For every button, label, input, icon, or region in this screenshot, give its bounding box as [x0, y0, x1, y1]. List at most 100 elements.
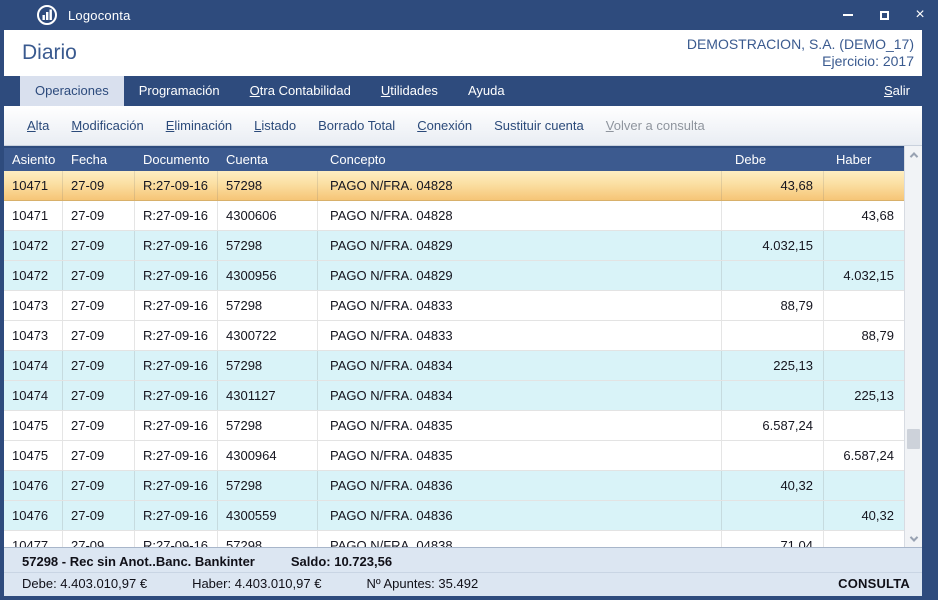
window-titlebar: Logoconta ×	[0, 0, 938, 30]
cell-asiento: 10471	[4, 171, 63, 200]
journal-table: AsientoFechaDocumentoCuentaConceptoDebeH…	[4, 146, 922, 547]
vertical-scrollbar[interactable]	[904, 146, 922, 547]
totals-row: Debe: 4.403.010,97 € Haber: 4.403.010,97…	[4, 573, 922, 596]
table-row[interactable]: 1047227-09R:27-09-164300956PAGO N/FRA. 0…	[4, 261, 904, 291]
column-header-asiento: Asiento	[4, 148, 63, 171]
cell-fecha: 27-09	[63, 351, 135, 380]
toolbar-item-listado[interactable]: Listado	[243, 118, 307, 133]
toolbar-item-alta[interactable]: Alta	[16, 118, 60, 133]
tab-operaciones[interactable]: Operaciones	[20, 76, 124, 106]
toolbar-item-conexion[interactable]: Conexión	[406, 118, 483, 133]
cell-haber: 88,79	[824, 321, 904, 350]
tab-programacion[interactable]: Programación	[124, 76, 235, 106]
toolbar-item-sustituir-cuenta[interactable]: Sustituir cuenta	[483, 118, 595, 133]
cell-documento: R:27-09-16	[135, 441, 218, 470]
cell-concepto: PAGO N/FRA. 04828	[318, 201, 722, 230]
table-row[interactable]: 1047527-09R:27-09-1657298PAGO N/FRA. 048…	[4, 411, 904, 441]
scrollbar-thumb[interactable]	[907, 429, 920, 449]
cell-debe: 6.587,24	[722, 411, 824, 440]
table-row[interactable]: 1047627-09R:27-09-1657298PAGO N/FRA. 048…	[4, 471, 904, 501]
toolbar-item-volver-a-consulta[interactable]: Volver a consulta	[595, 118, 716, 133]
tab-otra-contabilidad[interactable]: Otra Contabilidad	[235, 76, 366, 106]
cell-documento: R:27-09-16	[135, 231, 218, 260]
cell-fecha: 27-09	[63, 171, 135, 200]
cell-asiento: 10471	[4, 201, 63, 230]
cell-documento: R:27-09-16	[135, 171, 218, 200]
cell-haber: 6.587,24	[824, 441, 904, 470]
cell-cuenta: 57298	[218, 291, 318, 320]
bar-chart-logo-icon	[36, 4, 58, 26]
cell-documento: R:27-09-16	[135, 201, 218, 230]
cell-concepto: PAGO N/FRA. 04829	[318, 261, 722, 290]
cell-cuenta: 57298	[218, 411, 318, 440]
cell-cuenta: 57298	[218, 171, 318, 200]
cell-fecha: 27-09	[63, 201, 135, 230]
cell-debe	[722, 441, 824, 470]
main-panel: Diario DEMOSTRACION, S.A. (DEMO_17) Ejer…	[4, 30, 922, 596]
mode-indicator: CONSULTA	[838, 576, 910, 591]
page-header: Diario DEMOSTRACION, S.A. (DEMO_17) Ejer…	[4, 30, 922, 76]
cell-fecha: 27-09	[63, 231, 135, 260]
cell-cuenta: 4300964	[218, 441, 318, 470]
cell-haber: 225,13	[824, 381, 904, 410]
cell-cuenta: 57298	[218, 351, 318, 380]
menu-tabs: OperacionesProgramaciónOtra Contabilidad…	[20, 76, 520, 106]
table-row[interactable]: 1047127-09R:27-09-1657298PAGO N/FRA. 048…	[4, 171, 904, 201]
column-header-fecha: Fecha	[63, 148, 135, 171]
table-row[interactable]: 1047427-09R:27-09-164301127PAGO N/FRA. 0…	[4, 381, 904, 411]
action-toolbar: AltaModificaciónEliminaciónListadoBorrad…	[4, 106, 922, 146]
tab-utilidades[interactable]: Utilidades	[366, 76, 453, 106]
cell-cuenta: 4300956	[218, 261, 318, 290]
menu-bar: OperacionesProgramaciónOtra Contabilidad…	[4, 76, 922, 106]
toolbar-item-borrado-total[interactable]: Borrado Total	[307, 118, 406, 133]
total-haber: Haber: 4.403.010,97 €	[192, 576, 321, 591]
cell-asiento: 10473	[4, 291, 63, 320]
journal-grid: AsientoFechaDocumentoCuentaConceptoDebeH…	[4, 146, 904, 547]
cell-concepto: PAGO N/FRA. 04829	[318, 231, 722, 260]
cell-asiento: 10475	[4, 441, 63, 470]
cell-concepto: PAGO N/FRA. 04836	[318, 501, 722, 530]
table-row[interactable]: 1047527-09R:27-09-164300964PAGO N/FRA. 0…	[4, 441, 904, 471]
minimize-icon[interactable]	[830, 0, 866, 30]
cell-documento: R:27-09-16	[135, 261, 218, 290]
cell-concepto: PAGO N/FRA. 04828	[318, 171, 722, 200]
cell-haber: 4.032,15	[824, 261, 904, 290]
table-body: 1047127-09R:27-09-1657298PAGO N/FRA. 048…	[4, 171, 904, 547]
cell-haber	[824, 171, 904, 200]
table-row[interactable]: 1047727-09R:27-09-1657298PAGO N/FRA. 048…	[4, 531, 904, 547]
scroll-down-icon[interactable]	[905, 530, 922, 547]
table-row[interactable]: 1047627-09R:27-09-164300559PAGO N/FRA. 0…	[4, 501, 904, 531]
cell-documento: R:27-09-16	[135, 321, 218, 350]
close-icon[interactable]: ×	[902, 0, 938, 30]
column-header-concepto: Concepto	[318, 148, 722, 171]
toolbar-item-modificacion[interactable]: Modificación	[60, 118, 154, 133]
toolbar-item-eliminacion[interactable]: Eliminación	[155, 118, 243, 133]
scroll-up-icon[interactable]	[905, 146, 922, 163]
cell-fecha: 27-09	[63, 441, 135, 470]
cell-concepto: PAGO N/FRA. 04833	[318, 321, 722, 350]
table-row[interactable]: 1047127-09R:27-09-164300606PAGO N/FRA. 0…	[4, 201, 904, 231]
app-title: Logoconta	[68, 8, 131, 23]
table-row[interactable]: 1047327-09R:27-09-1657298PAGO N/FRA. 048…	[4, 291, 904, 321]
tab-ayuda[interactable]: Ayuda	[453, 76, 520, 106]
table-row[interactable]: 1047327-09R:27-09-164300722PAGO N/FRA. 0…	[4, 321, 904, 351]
cell-haber: 40,32	[824, 501, 904, 530]
cell-haber: 43,68	[824, 201, 904, 230]
cell-asiento: 10475	[4, 411, 63, 440]
cell-documento: R:27-09-16	[135, 471, 218, 500]
window-controls: ×	[830, 0, 938, 30]
cell-fecha: 27-09	[63, 471, 135, 500]
cell-fecha: 27-09	[63, 321, 135, 350]
cell-documento: R:27-09-16	[135, 501, 218, 530]
exercise-label: Ejercicio: 2017	[822, 53, 914, 69]
menu-salir[interactable]: Salir	[884, 76, 922, 106]
table-row[interactable]: 1047427-09R:27-09-1657298PAGO N/FRA. 048…	[4, 351, 904, 381]
cell-concepto: PAGO N/FRA. 04838	[318, 531, 722, 547]
cell-asiento: 10474	[4, 381, 63, 410]
table-row[interactable]: 1047227-09R:27-09-1657298PAGO N/FRA. 048…	[4, 231, 904, 261]
cell-debe: 71,04	[722, 531, 824, 547]
cell-cuenta: 4301127	[218, 381, 318, 410]
maximize-icon[interactable]	[866, 0, 902, 30]
cell-cuenta: 4300606	[218, 201, 318, 230]
cell-documento: R:27-09-16	[135, 411, 218, 440]
